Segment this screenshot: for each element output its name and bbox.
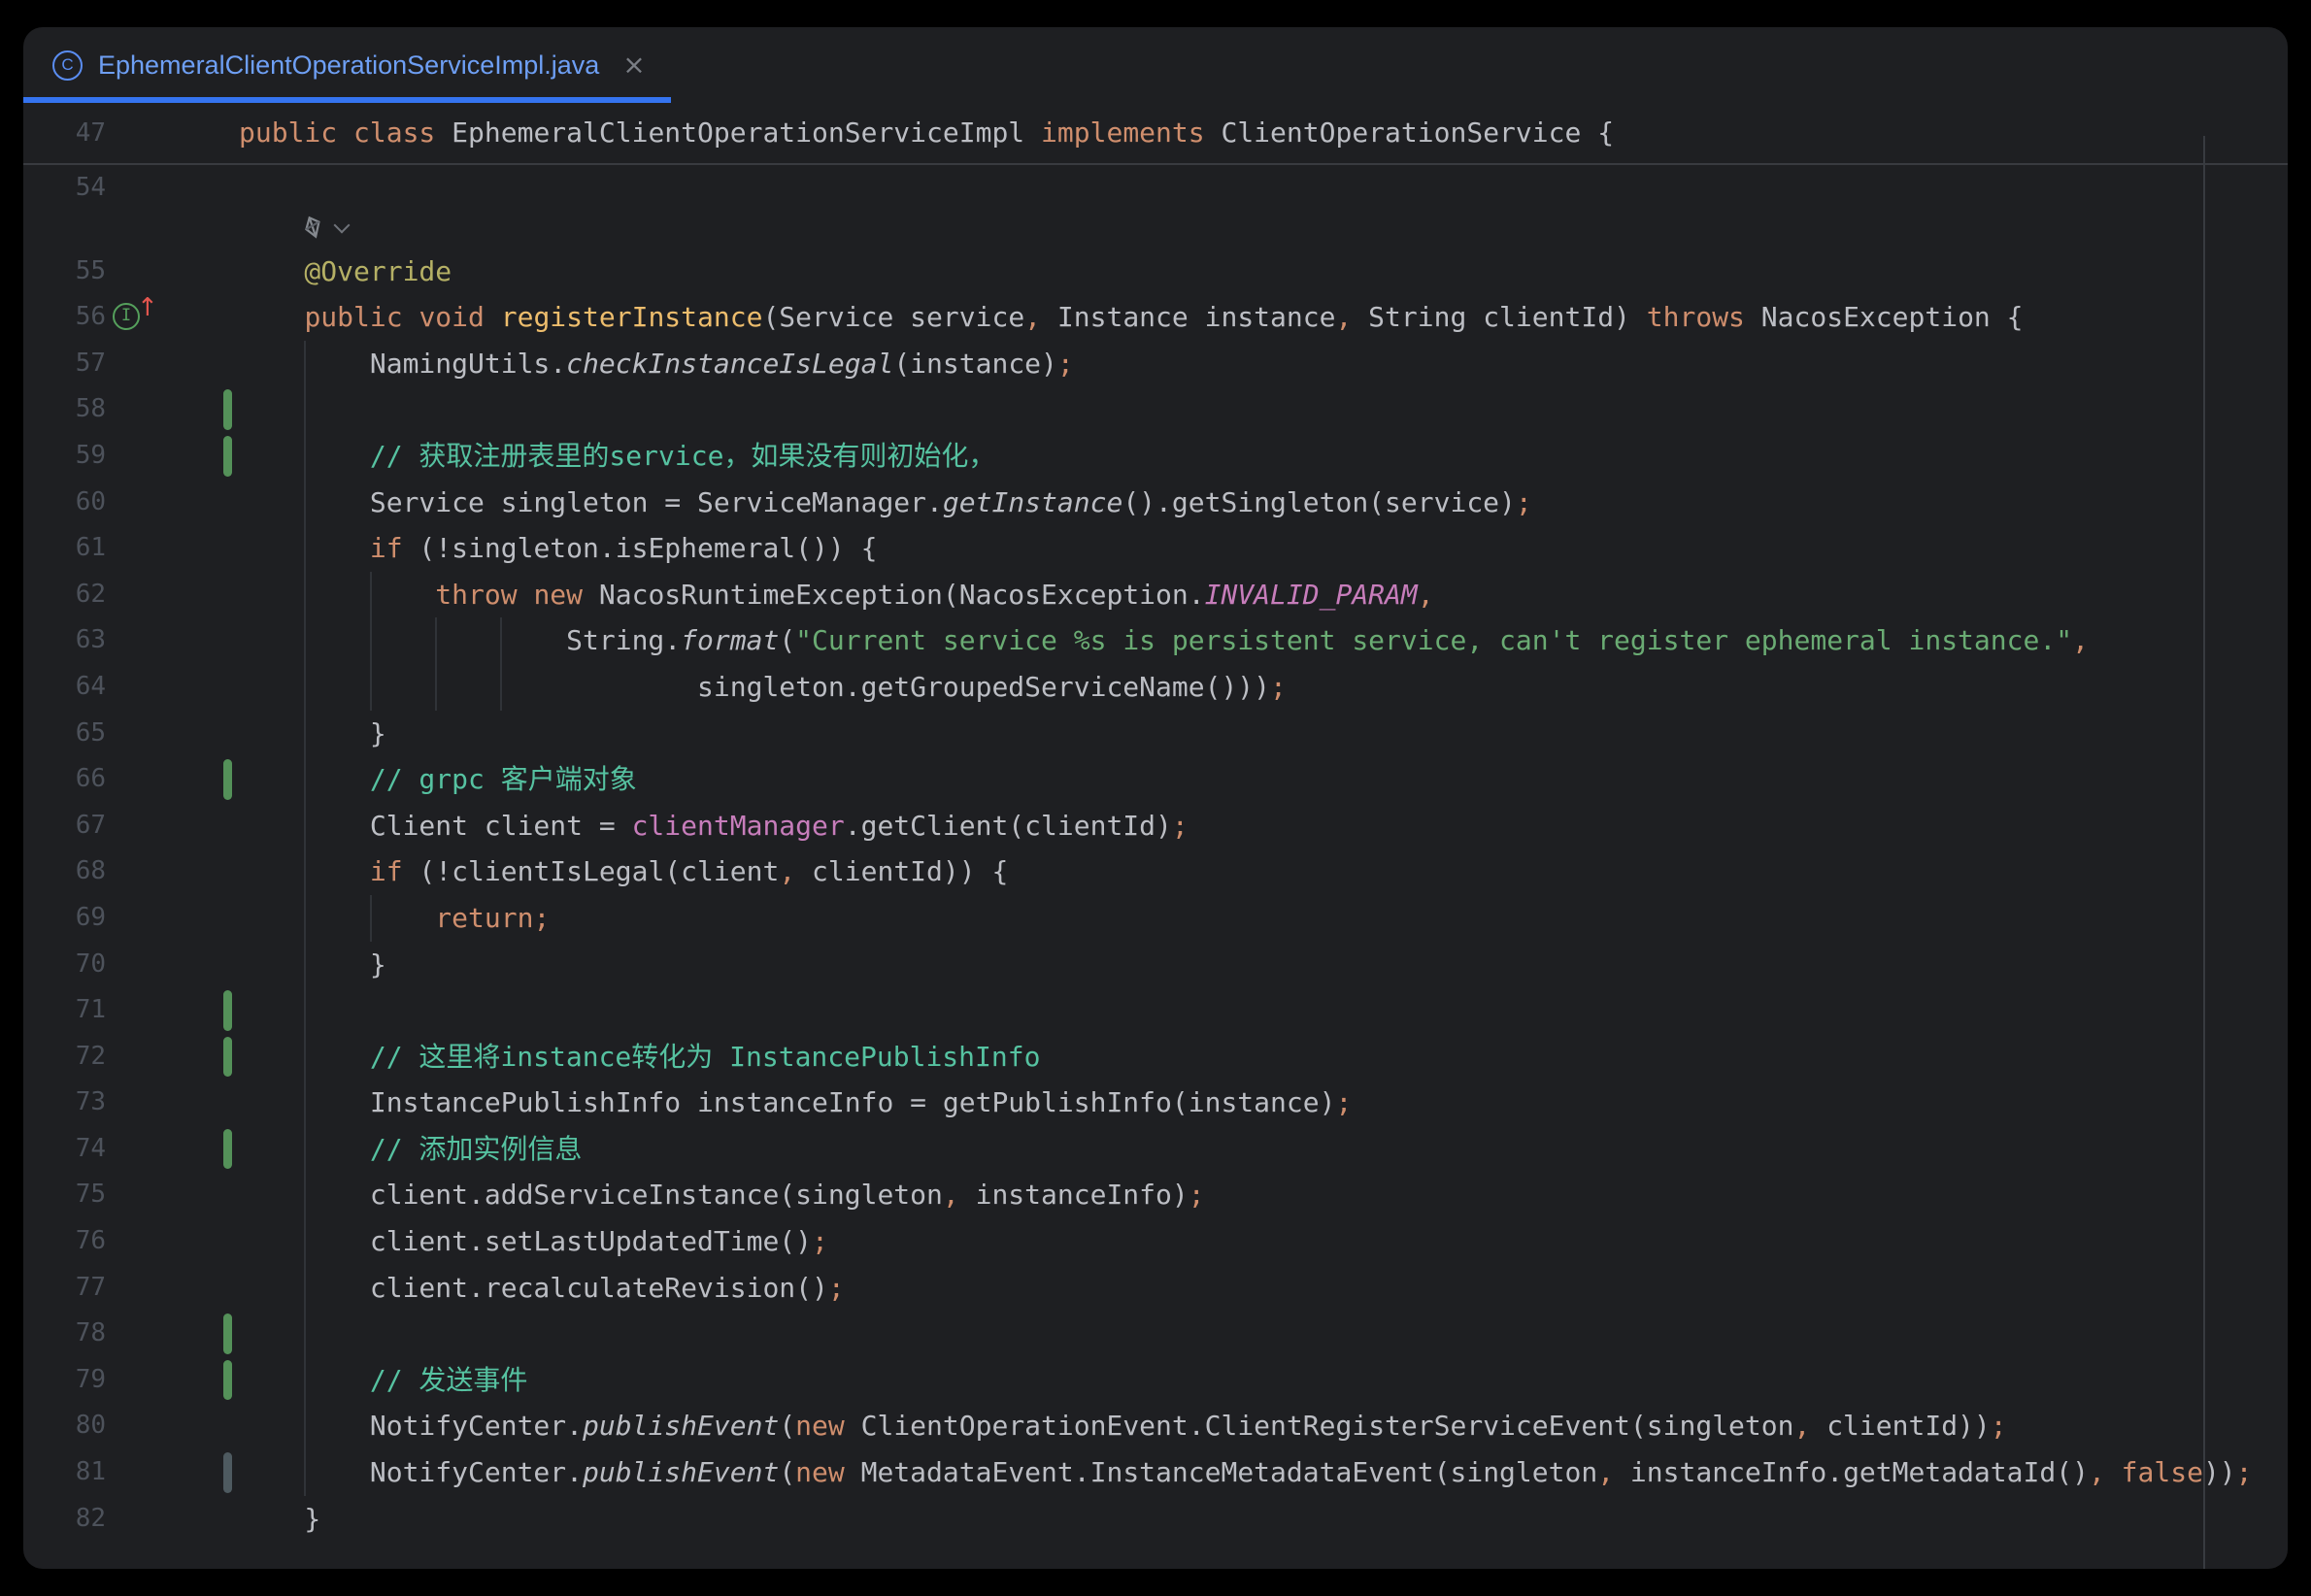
code-text: if (!singleton.isEphemeral()) { xyxy=(23,525,2288,572)
code-line[interactable]: 76 client.setLastUpdatedTime(); xyxy=(23,1218,2288,1265)
java-class-icon: C xyxy=(52,50,83,81)
code-text: NamingUtils.checkInstanceIsLegal(instanc… xyxy=(23,341,2288,387)
code-text: // 发送事件 xyxy=(23,1357,2288,1404)
code-text xyxy=(23,987,2288,1034)
code-text xyxy=(23,386,2288,433)
code-text: String.format("Current service %s is per… xyxy=(23,617,2288,664)
chevron-down-icon[interactable] xyxy=(334,216,351,233)
code-text: // 这里将instance转化为 InstancePublishInfo xyxy=(23,1034,2288,1081)
tab-label: EphemeralClientOperationServiceImpl.java xyxy=(98,50,599,81)
editor-tab[interactable]: C EphemeralClientOperationServiceImpl.ja… xyxy=(23,27,671,103)
code-text: Client client = clientManager.getClient(… xyxy=(23,803,2288,849)
code-line[interactable]: 66 // grpc 客户端对象 xyxy=(23,756,2288,803)
code-text: @Override xyxy=(23,249,2288,295)
indent-guide xyxy=(370,895,372,942)
code-line[interactable]: 55 @Override xyxy=(23,249,2288,295)
right-margin-guide xyxy=(2203,136,2205,1569)
editor-tab-bar: C EphemeralClientOperationServiceImpl.ja… xyxy=(23,27,2288,103)
code-text: return; xyxy=(23,895,2288,942)
inline-hint-row xyxy=(23,212,2288,249)
code-line[interactable]: 56I↑ public void registerInstance(Servic… xyxy=(23,294,2288,341)
code-line[interactable]: 59 // 获取注册表里的service，如果没有则初始化， xyxy=(23,433,2288,480)
editor[interactable]: 54 55 @Override56I↑ public void register… xyxy=(23,165,2288,1569)
code-line[interactable]: 58 xyxy=(23,386,2288,433)
code-line[interactable]: 78 xyxy=(23,1311,2288,1357)
tab-close-icon[interactable]: × xyxy=(622,51,645,79)
code-line[interactable]: 64 singleton.getGroupedServiceName())); xyxy=(23,664,2288,711)
code-text: if (!clientIsLegal(client, clientId)) { xyxy=(23,848,2288,895)
code-line[interactable]: 81 NotifyCenter.publishEvent(new Metadat… xyxy=(23,1449,2288,1496)
indent-guide xyxy=(435,617,437,710)
code-text: // 添加实例信息 xyxy=(23,1126,2288,1173)
code-line[interactable]: 57 NamingUtils.checkInstanceIsLegal(inst… xyxy=(23,341,2288,387)
code-line[interactable]: 79 // 发送事件 xyxy=(23,1357,2288,1404)
code-text: singleton.getGroupedServiceName())); xyxy=(23,664,2288,711)
code-text: NotifyCenter.publishEvent(new MetadataEv… xyxy=(23,1449,2288,1496)
code-line[interactable]: 70 } xyxy=(23,942,2288,988)
ai-spark-icon xyxy=(301,215,326,240)
code-line[interactable]: 65 } xyxy=(23,711,2288,757)
code-line[interactable]: 75 client.addServiceInstance(singleton, … xyxy=(23,1172,2288,1218)
code-text xyxy=(23,165,2288,212)
indent-guide xyxy=(304,341,306,1496)
code-line[interactable]: 54 xyxy=(23,165,2288,212)
ai-actions-icon[interactable] xyxy=(301,215,348,240)
code-line[interactable]: 60 Service singleton = ServiceManager.ge… xyxy=(23,480,2288,526)
indent-guide xyxy=(500,617,502,710)
code-text: // grpc 客户端对象 xyxy=(23,756,2288,803)
code-text: // 获取注册表里的service，如果没有则初始化， xyxy=(23,433,2288,480)
code-line[interactable]: 61 if (!singleton.isEphemeral()) { xyxy=(23,525,2288,572)
code-text: NotifyCenter.publishEvent(new ClientOper… xyxy=(23,1403,2288,1449)
code-text: public void registerInstance(Service ser… xyxy=(23,294,2288,341)
code-line[interactable]: 69 return; xyxy=(23,895,2288,942)
code-line[interactable]: 73 InstancePublishInfo instanceInfo = ge… xyxy=(23,1080,2288,1126)
code-text xyxy=(23,1311,2288,1357)
code-text: } xyxy=(23,942,2288,988)
code-text: InstancePublishInfo instanceInfo = getPu… xyxy=(23,1080,2288,1126)
ide-window: C EphemeralClientOperationServiceImpl.ja… xyxy=(23,27,2288,1569)
code-line[interactable]: 74 // 添加实例信息 xyxy=(23,1126,2288,1173)
code-text: client.addServiceInstance(singleton, ins… xyxy=(23,1172,2288,1218)
sticky-code: public class EphemeralClientOperationSer… xyxy=(23,103,2288,163)
code-text: throw new NacosRuntimeException(NacosExc… xyxy=(23,572,2288,618)
code-line[interactable]: 72 // 这里将instance转化为 InstancePublishInfo xyxy=(23,1034,2288,1081)
code-line[interactable]: 82 } xyxy=(23,1496,2288,1543)
sticky-line[interactable]: 47 public class EphemeralClientOperation… xyxy=(23,103,2288,165)
code-text: } xyxy=(23,1496,2288,1543)
code-line[interactable]: 62 throw new NacosRuntimeException(Nacos… xyxy=(23,572,2288,618)
code-text: client.setLastUpdatedTime(); xyxy=(23,1218,2288,1265)
code-line[interactable]: 63 String.format("Current service %s is … xyxy=(23,617,2288,664)
indent-guide xyxy=(370,572,372,711)
code-text: } xyxy=(23,711,2288,757)
code-line[interactable]: 80 NotifyCenter.publishEvent(new ClientO… xyxy=(23,1403,2288,1449)
code-line[interactable]: 71 xyxy=(23,987,2288,1034)
code-line[interactable]: 67 Client client = clientManager.getClie… xyxy=(23,803,2288,849)
code-text: client.recalculateRevision(); xyxy=(23,1265,2288,1312)
code-text: Service singleton = ServiceManager.getIn… xyxy=(23,480,2288,526)
code-line[interactable]: 77 client.recalculateRevision(); xyxy=(23,1265,2288,1312)
code-line[interactable]: 68 if (!clientIsLegal(client, clientId))… xyxy=(23,848,2288,895)
